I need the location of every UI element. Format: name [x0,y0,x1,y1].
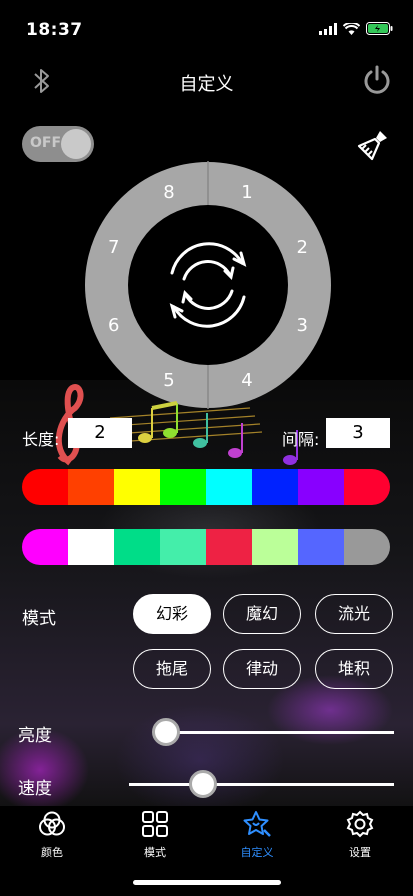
strip1-swatch[interactable] [252,469,298,505]
strip2-swatch[interactable] [68,529,114,565]
mode-option-0[interactable]: 幻彩 [133,594,211,634]
interval-input[interactable]: 3 [326,418,390,448]
wheel-segment-2[interactable]: 2 [297,237,308,258]
speed-label: 速度 [18,779,52,799]
wheel-segment-6[interactable]: 6 [108,315,119,336]
clear-brush-icon[interactable] [356,128,390,162]
length-label: 长度: [22,430,60,449]
brightness-label: 亮度 [18,726,52,746]
wheel-segment-8[interactable]: 8 [163,182,174,203]
color-circles-icon [39,811,65,836]
power-icon[interactable] [361,64,393,96]
segment-wheel[interactable]: 12345678 [84,161,332,409]
tab-mode-label: 模式 [144,846,166,859]
brightness-thumb[interactable] [152,718,180,746]
strip1-swatch[interactable] [160,469,206,505]
mode-option-2[interactable]: 流光 [315,594,393,634]
strip2-swatch[interactable] [22,529,68,565]
strip1-swatch[interactable] [206,469,252,505]
tab-custom-label: 自定义 [240,846,274,859]
speed-thumb[interactable] [189,770,218,798]
gear-icon [346,810,374,838]
home-indicator [133,880,281,885]
strip1-swatch[interactable] [22,469,68,505]
status-bar: 18:37 [0,0,413,44]
tab-custom[interactable]: 自定义 [217,810,297,860]
mode-option-1[interactable]: 魔幻 [223,594,301,634]
grid-icon [142,811,168,837]
tab-settings[interactable]: 设置 [320,810,400,860]
tab-color-label: 颜色 [41,846,63,859]
tab-mode[interactable]: 模式 [115,810,195,860]
mode-label: 模式 [22,609,56,629]
color-strip-primary[interactable] [22,469,390,505]
tab-settings-label: 设置 [349,846,371,859]
strip2-swatch[interactable] [114,529,160,565]
brightness-track[interactable] [166,731,394,734]
toggle-label: OFF [30,135,62,151]
wheel-segment-1[interactable]: 1 [241,182,252,203]
strip2-swatch[interactable] [252,529,298,565]
strip2-swatch[interactable] [298,529,344,565]
tab-color[interactable]: 颜色 [12,810,92,860]
wifi-icon [343,22,360,35]
mode-option-5[interactable]: 堆积 [315,649,393,689]
signal-icon [319,22,337,35]
speed-track[interactable] [129,783,394,786]
strip1-swatch[interactable] [298,469,344,505]
strip2-swatch[interactable] [344,529,390,565]
strip1-swatch[interactable] [114,469,160,505]
toggle-knob [61,129,91,159]
strip2-swatch[interactable] [206,529,252,565]
color-strip-secondary[interactable] [22,529,390,565]
power-toggle[interactable]: OFF [22,126,94,162]
strip1-swatch[interactable] [344,469,390,505]
mode-option-3[interactable]: 拖尾 [133,649,211,689]
length-input[interactable]: 2 [68,418,132,448]
wheel-segment-3[interactable]: 3 [297,315,308,336]
page-title: 自定义 [179,74,234,95]
strip1-swatch[interactable] [68,469,114,505]
interval-label: 间隔: [282,430,320,449]
strip2-swatch[interactable] [160,529,206,565]
wheel-segment-7[interactable]: 7 [108,237,119,258]
star-edit-icon [243,811,271,837]
status-time: 18:37 [26,20,83,40]
battery-icon [366,22,393,35]
mode-option-4[interactable]: 律动 [223,649,301,689]
